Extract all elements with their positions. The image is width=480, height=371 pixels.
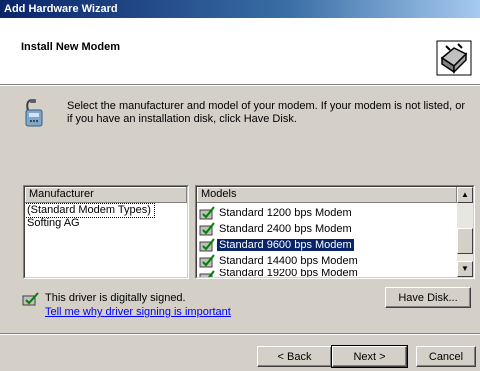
manufacturer-list[interactable]: Manufacturer (Standard Modem Types) Soft… (23, 185, 189, 279)
model-item-selected[interactable]: Standard 9600 bps Modem (197, 237, 473, 253)
model-item[interactable]: Standard 19200 bps Modem (197, 269, 473, 277)
driver-icon (199, 222, 215, 236)
page-title: Install New Modem (21, 41, 121, 53)
scroll-down-icon[interactable]: ▼ (457, 261, 473, 277)
models-list[interactable]: Models Standard 1200 bps Modem Standard … (195, 185, 475, 279)
list-item: (Standard Modem Types) (25, 203, 187, 218)
scroll-up-icon[interactable]: ▲ (457, 187, 473, 203)
manufacturer-item[interactable]: Softing AG (25, 217, 187, 230)
title-bar[interactable]: Add Hardware Wizard (0, 0, 480, 18)
wizard-header: Install New Modem (0, 18, 480, 85)
models-column-header[interactable]: Models (197, 187, 457, 203)
signed-driver-icon (22, 292, 39, 306)
model-item[interactable]: Standard 2400 bps Modem (197, 221, 473, 237)
modem-wizard-icon (436, 40, 472, 76)
model-item[interactable]: Standard 1200 bps Modem (197, 205, 473, 221)
scroll-thumb[interactable] (457, 228, 473, 254)
driver-icon (199, 270, 215, 277)
back-button[interactable]: < Back (257, 346, 332, 367)
manufacturer-item[interactable]: (Standard Modem Types) (25, 203, 155, 218)
window-title: Add Hardware Wizard (4, 3, 118, 15)
driver-icon (199, 254, 215, 268)
modem-phone-icon (25, 99, 43, 127)
signed-status-text: This driver is digitally signed. (45, 292, 186, 304)
have-disk-button[interactable]: Have Disk... (385, 287, 471, 308)
models-scrollbar[interactable]: ▲ ▼ (457, 187, 473, 277)
driver-signing-link[interactable]: Tell me why driver signing is important (45, 306, 231, 318)
driver-icon (199, 206, 215, 220)
next-button[interactable]: Next > (331, 345, 408, 368)
model-item[interactable]: Standard 14400 bps Modem (197, 253, 473, 269)
cancel-button[interactable]: Cancel (416, 346, 476, 367)
header-separator (0, 85, 480, 86)
manufacturer-column-header[interactable]: Manufacturer (25, 187, 187, 203)
driver-icon (199, 238, 215, 252)
instruction-text: Select the manufacturer and model of you… (67, 100, 466, 125)
